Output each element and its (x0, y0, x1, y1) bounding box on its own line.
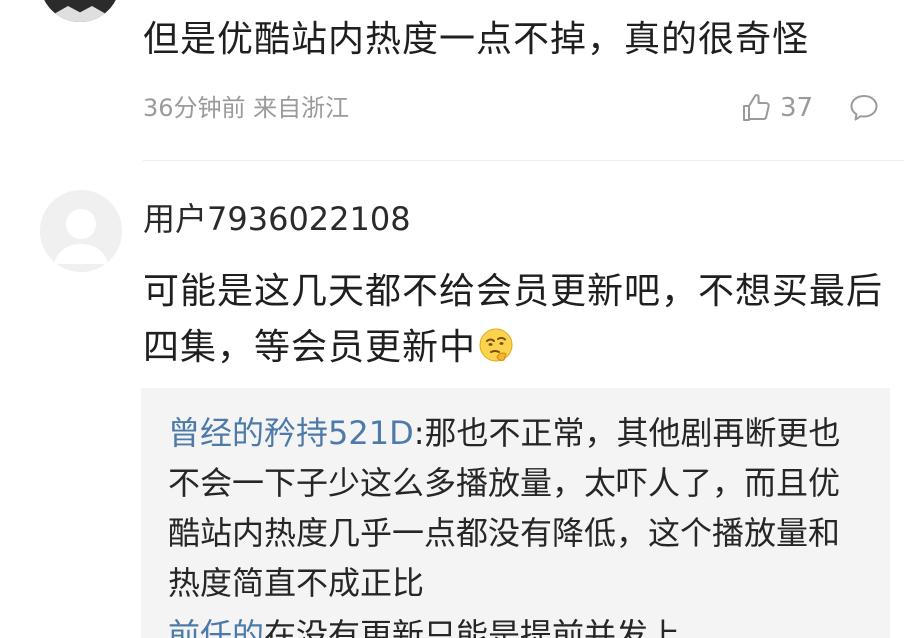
divider (143, 160, 904, 161)
username[interactable]: 用户7936022108 (143, 196, 411, 242)
like-button[interactable]: 37 (740, 88, 813, 128)
reply-item: 曾经的矜持521D:那也不正常，其他剧再断更也不会一下子少这么多播放量，太吓人了… (168, 408, 868, 608)
thumbs-up-icon (743, 94, 770, 121)
reply-box[interactable]: 曾经的矜持521D:那也不正常，其他剧再断更也不会一下子少这么多播放量，太吓人了… (141, 388, 890, 638)
avatar[interactable] (40, 0, 120, 22)
comment-bubble-icon (850, 95, 878, 121)
thinking-face-emoji-icon (479, 328, 513, 362)
avatar[interactable] (40, 190, 122, 272)
reply-username[interactable]: 曾经的矜持521D (168, 414, 414, 452)
comment-text: 可能是这几天都不给会员更新吧，不想买最后四集，等会员更新中 (143, 264, 883, 376)
comment-meta: 36分钟前 来自浙江 (143, 94, 350, 122)
like-count: 37 (780, 93, 814, 123)
avatar-collar (40, 6, 120, 22)
reply-text: 在没有更新只能是提前并发上... (264, 616, 711, 638)
reply-button[interactable] (848, 92, 880, 124)
comment-text: 但是优酷站内热度一点不掉，真的很奇怪 (143, 19, 810, 60)
reply-username[interactable]: 前任的 (168, 616, 264, 638)
default-avatar-icon (40, 190, 122, 272)
reply-item-next: 前任的在没有更新只能是提前并发上... (168, 610, 868, 638)
